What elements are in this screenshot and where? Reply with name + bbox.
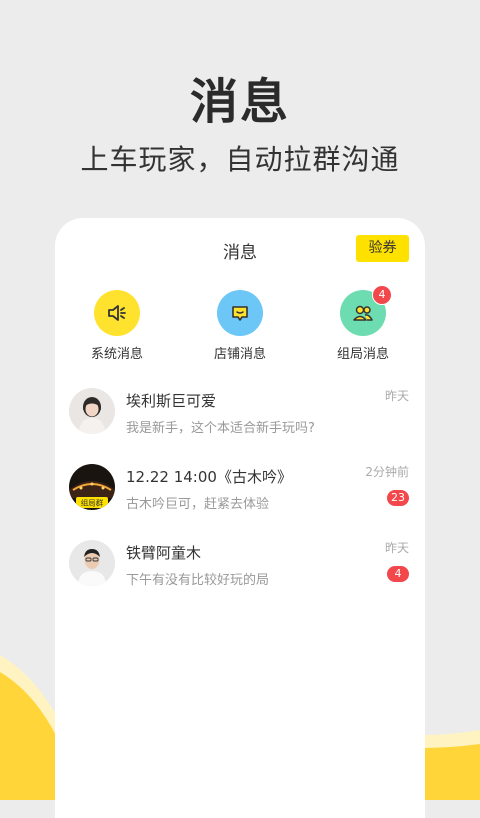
group-icon: 4 (340, 285, 392, 336)
verify-coupon-button[interactable]: 验券 (356, 235, 409, 262)
message-row[interactable]: 组局群 12.22 14:00《古木吟》 古木吟巨可，赶紧去体验 2分钟前 23 (55, 456, 425, 532)
avatar (69, 540, 115, 586)
message-row[interactable]: 铁臂阿童木 下午有没有比较好玩的局 昨天 4 (55, 532, 425, 608)
category-group-messages[interactable]: 4 组局消息 (313, 285, 413, 362)
speaker-icon (94, 290, 140, 336)
unread-badge: 23 (387, 490, 409, 506)
category-label: 系统消息 (90, 347, 143, 362)
promo-subtitle: 上车玩家，自动拉群沟通 (80, 143, 400, 176)
unread-badge: 4 (372, 285, 392, 305)
message-list: 埃利斯巨可爱 我是新手，这个本适合新手玩吗? 昨天 组局群 12.22 14:0… (55, 380, 425, 608)
messages-header: 消息 验券 (55, 218, 425, 280)
message-row[interactable]: 埃利斯巨可爱 我是新手，这个本适合新手玩吗? 昨天 (55, 380, 425, 456)
message-preview: 下午有没有比较好玩的局 (126, 573, 270, 588)
avatar: 组局群 (69, 464, 115, 510)
avatar-tag: 组局群 (81, 498, 104, 508)
category-label: 店铺消息 (213, 347, 266, 362)
category-system-messages[interactable]: 系统消息 (67, 290, 167, 362)
message-sender: 铁臂阿童木 (126, 544, 202, 562)
message-categories: 系统消息 店铺消息 4 组局消息 (55, 280, 425, 380)
category-label: 组局消息 (336, 347, 389, 362)
phone-screen-card: 消息 验券 系统消息 店铺消息 4 组局消息 埃利斯巨可爱 我是新手，这个本适合… (55, 218, 425, 818)
message-preview: 古木吟巨可，赶紧去体验 (126, 497, 270, 512)
category-shop-messages[interactable]: 店铺消息 (190, 290, 290, 362)
avatar (69, 388, 115, 434)
message-time: 2分钟前 (365, 465, 409, 479)
promo-title: 消息 (189, 74, 290, 130)
chat-bubble-icon (217, 290, 263, 336)
message-time: 昨天 (384, 389, 409, 403)
unread-badge: 4 (387, 566, 409, 582)
message-sender: 12.22 14:00《古木吟》 (126, 468, 292, 486)
message-preview: 我是新手，这个本适合新手玩吗? (126, 421, 315, 436)
message-time: 昨天 (384, 541, 409, 555)
message-sender: 埃利斯巨可爱 (126, 392, 217, 410)
